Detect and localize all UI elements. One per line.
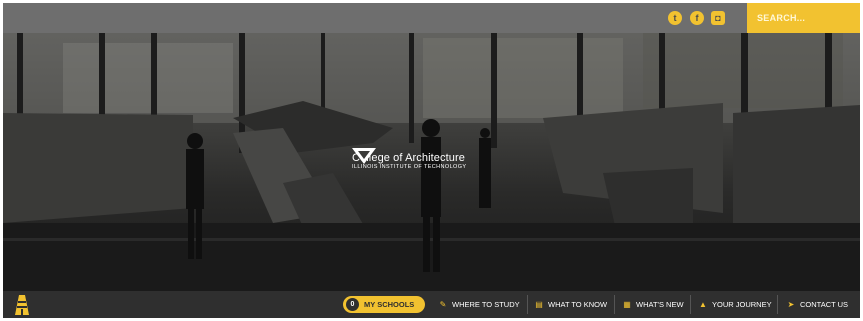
road-icon: ▲ bbox=[699, 300, 707, 309]
nav-contact-us[interactable]: ➤ CONTACT US bbox=[787, 291, 848, 318]
nav-divider bbox=[614, 295, 615, 314]
logo-mark-icon bbox=[352, 148, 376, 164]
my-schools-label: MY SCHOOLS bbox=[364, 300, 415, 309]
facebook-icon[interactable]: f bbox=[690, 11, 704, 25]
nav-where-to-study[interactable]: ✎ WHERE TO STUDY bbox=[439, 291, 520, 318]
nav-divider bbox=[777, 295, 778, 314]
paper-plane-icon: ➤ bbox=[787, 300, 795, 309]
college-logo[interactable]: College of Architecture ILLINOIS INSTITU… bbox=[352, 146, 466, 176]
site-logo-icon[interactable] bbox=[15, 295, 29, 315]
calendar-icon: ▦ bbox=[623, 300, 631, 309]
nav-label: WHAT'S NEW bbox=[636, 300, 684, 309]
pencil-icon: ✎ bbox=[439, 300, 447, 309]
instagram-icon[interactable]: ◘ bbox=[711, 11, 725, 25]
nav-your-journey[interactable]: ▲ YOUR JOURNEY bbox=[699, 291, 772, 318]
nav-what-to-know[interactable]: ▤ WHAT TO KNOW bbox=[535, 291, 607, 318]
my-schools-button[interactable]: 0 MY SCHOOLS bbox=[343, 296, 425, 313]
nav-label: WHAT TO KNOW bbox=[548, 300, 608, 309]
twitter-icon[interactable]: t bbox=[668, 11, 682, 25]
page-frame: t f ◘ SEARCH... College of Architecture … bbox=[3, 3, 860, 318]
hero-banner: College of Architecture ILLINOIS INSTITU… bbox=[3, 33, 860, 291]
my-schools-count-badge: 0 bbox=[346, 298, 359, 311]
nav-label: WHERE TO STUDY bbox=[452, 300, 520, 309]
nav-label: CONTACT US bbox=[800, 300, 849, 309]
nav-divider bbox=[527, 295, 528, 314]
search-box bbox=[747, 3, 860, 33]
nav-label: YOUR JOURNEY bbox=[712, 300, 772, 309]
document-icon: ▤ bbox=[535, 300, 543, 309]
search-input[interactable] bbox=[757, 10, 852, 26]
nav-divider bbox=[690, 295, 691, 314]
nav-whats-new[interactable]: ▦ WHAT'S NEW bbox=[623, 291, 684, 318]
bottom-nav: 0 MY SCHOOLS ✎ WHERE TO STUDY ▤ WHAT TO … bbox=[3, 291, 860, 318]
top-bar: t f ◘ bbox=[3, 3, 860, 33]
